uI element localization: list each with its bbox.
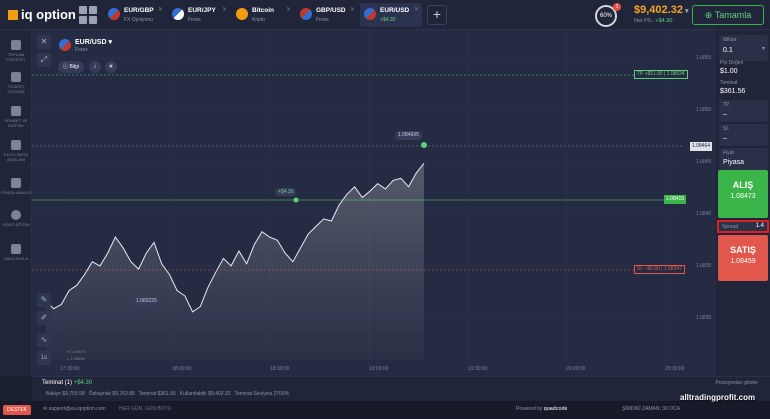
spread-indicator: Spread 1.4 xyxy=(717,220,769,233)
flag-icon xyxy=(59,39,71,51)
amount-field[interactable]: Miktar 0.1 ▾ xyxy=(719,35,768,61)
nav-portfolio[interactable]: TOPLAM PORTFÖY xyxy=(0,40,32,62)
buy-button[interactable]: ALIŞ 1.08473 xyxy=(718,170,768,218)
add-tab-button[interactable]: + xyxy=(427,5,447,25)
account-stats: Bakiye $9,759.58 Özkaynak $9,763.88 Temi… xyxy=(46,391,290,397)
price-tick: 1.0830 xyxy=(696,315,712,321)
status-bar: DESTEK ✉ support@eu.iqoption.com HER GÜN… xyxy=(0,401,770,419)
top-bar: iq option EUR/GBP FX Opsiyonu ✕ EUR/JPY … xyxy=(0,0,770,30)
price-tick: 1.0840 xyxy=(696,211,712,217)
time-tick: 17:30:00 xyxy=(60,366,80,372)
net-pl: Net P/L: +$4.30 xyxy=(634,18,673,24)
flag-icon xyxy=(364,8,376,20)
nav-chat[interactable]: SOHBET VE DESTEK xyxy=(0,106,32,128)
sell-button[interactable]: SATIŞ 1.08459 xyxy=(718,235,768,281)
asset-grid-button[interactable] xyxy=(78,5,98,25)
chevron-down-icon: ▾ xyxy=(108,39,112,46)
draw-icon[interactable]: ✎ xyxy=(37,293,51,307)
nav-analysis[interactable]: PİYASA ANALİZİ xyxy=(0,178,32,195)
bell-icon[interactable]: ♪ xyxy=(89,61,101,73)
chevron-down-icon: ▾ xyxy=(684,8,689,15)
show-positions-link[interactable]: Pozisyonları göster xyxy=(715,380,758,386)
analysis-icon xyxy=(11,178,21,188)
logo-icon xyxy=(8,10,18,20)
asset-tab-eurusd[interactable]: EUR/USD +$4.30 ✕ xyxy=(360,3,422,27)
price-tick: 1.0850 xyxy=(696,107,712,113)
low-mini: L 1.08693 xyxy=(67,356,85,361)
sl-tag[interactable]: SL −$6.80 | 1.08347 xyxy=(634,265,685,274)
deposit-icon: ⊕ xyxy=(704,10,715,20)
price-tick: 1.0855 xyxy=(696,55,712,61)
nav-video[interactable]: VİDEO EĞİTİM xyxy=(0,210,32,227)
info-button[interactable]: ⓘ Bilgi xyxy=(58,61,84,73)
star-icon[interactable]: ★ xyxy=(105,61,117,73)
nav-leaders[interactable]: EN İYİ SATIŞ AKIŞLARI xyxy=(0,140,32,162)
stepper-icon[interactable]: ▾ xyxy=(762,45,765,52)
close-icon[interactable]: ✕ xyxy=(158,6,163,13)
asset-tab-eurgbp[interactable]: EUR/GBP FX Opsiyonu ✕ xyxy=(104,3,166,27)
pencil-icon[interactable]: ✐ xyxy=(37,311,51,325)
entry-pl-badge: +$4.30 xyxy=(275,188,297,196)
leaderboard-icon xyxy=(11,140,21,150)
time-tick: 20:00:00 xyxy=(566,366,586,372)
deposit-button[interactable]: ⊕ Tamamla xyxy=(692,5,764,25)
close-icon[interactable]: ✕ xyxy=(350,6,355,13)
close-icon[interactable]: ✕ xyxy=(222,6,227,13)
margin-tab[interactable]: Teminat (1) +$4.30 xyxy=(42,380,92,386)
asset-tab-bitcoin[interactable]: Bitcoin Kripto ✕ xyxy=(232,3,294,27)
logo[interactable]: iq option xyxy=(8,7,76,22)
time-tick: 20:30:00 xyxy=(665,366,685,372)
time-tick: 19:00:00 xyxy=(369,366,389,372)
notification-badge: 1 xyxy=(613,3,621,11)
flag-icon xyxy=(172,8,184,20)
current-price-tag: 1.08464 xyxy=(690,142,713,151)
powered-by: Powered by quadcode xyxy=(516,406,568,412)
close-icon[interactable]: ✕ xyxy=(286,6,291,13)
video-icon xyxy=(11,210,21,220)
nav-history[interactable]: TİCARET GEÇMİŞİ xyxy=(0,72,32,94)
asset-tab-gbpusd[interactable]: GBP/USD Forex ✕ xyxy=(296,3,358,27)
flag-icon xyxy=(300,8,312,20)
positions-bar: Teminat (1) +$4.30 Pozisyonları göster B… xyxy=(32,376,770,401)
expand-icon[interactable]: ⤢ xyxy=(37,53,51,67)
price-tick: 1.0845 xyxy=(696,159,712,165)
entry-price-tag: 1.08415 xyxy=(664,195,687,204)
pair-selector[interactable]: EUR/USD ▾ xyxy=(75,38,112,46)
support-email[interactable]: ✉ support@eu.iqoption.com xyxy=(43,406,106,412)
briefcase-icon xyxy=(11,40,21,50)
sl-field[interactable]: SL – xyxy=(719,124,768,146)
entry-point xyxy=(293,197,299,203)
nav-more[interactable]: DAHA FAZLA xyxy=(0,244,32,261)
low-label: 1.083225 xyxy=(133,297,160,306)
price-tick: 1.0835 xyxy=(696,263,712,269)
left-nav: TOPLAM PORTFÖY TİCARET GEÇMİŞİ SOHBET VE… xyxy=(0,30,32,376)
support-button[interactable]: DESTEK xyxy=(3,405,32,415)
slogan: HER GÜN, GÜN BOYU xyxy=(119,406,172,412)
asset-tab-eurjpy[interactable]: EUR/JPY Forex ✕ xyxy=(168,3,230,27)
close-icon[interactable]: ✕ xyxy=(414,6,419,13)
bitcoin-icon xyxy=(236,8,248,20)
wave-icon[interactable]: ∿ xyxy=(37,333,51,347)
price-type-field[interactable]: Fiyat Piyasa xyxy=(719,148,768,170)
high-label: 1.084695 xyxy=(395,131,422,140)
time-tick: 18:30:00 xyxy=(270,366,290,372)
more-icon xyxy=(11,244,21,254)
high-mini: H 1.08573 xyxy=(67,349,86,354)
time-tick: 19:30:00 xyxy=(468,366,488,372)
tp-field[interactable]: TP – xyxy=(719,100,768,122)
close-icon[interactable]: ✕ xyxy=(37,35,51,49)
price-chart[interactable] xyxy=(32,30,716,376)
tp-tag[interactable]: TP +$11.90 | 1.08534 xyxy=(634,70,688,79)
watermark: alltradingprofit.com xyxy=(680,393,756,402)
balance[interactable]: $9,402.32 ▾ xyxy=(634,4,688,16)
history-icon xyxy=(11,72,21,82)
time-tick: 18:00:00 xyxy=(172,366,192,372)
current-time: ŞİMDİKİ ZAMAN: 30 OCA xyxy=(622,406,681,412)
pair-category: Forex xyxy=(75,47,88,53)
chat-icon xyxy=(11,106,21,116)
current-point xyxy=(421,142,427,148)
timeframe-button[interactable]: 1s xyxy=(37,351,51,365)
flag-icon xyxy=(108,8,120,20)
